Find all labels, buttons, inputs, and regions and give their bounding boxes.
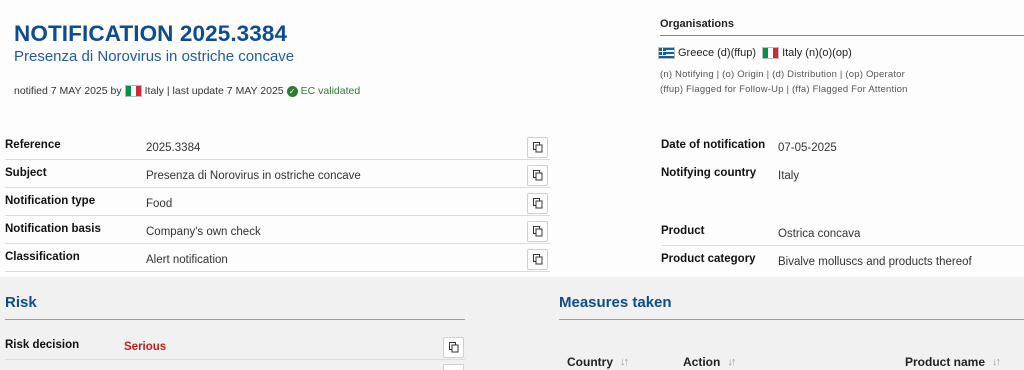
org-country-greece[interactable]: Greece (d)(ffup)	[678, 47, 756, 59]
copy-icon[interactable]	[527, 221, 548, 242]
detail-label: Product category	[661, 253, 756, 265]
detail-row-subject: Subject Presenza di Norovirus in ostrich…	[5, 160, 550, 188]
sort-arrows-icon[interactable]: ↓↑	[620, 356, 629, 368]
copy-icon-partial[interactable]	[443, 364, 464, 370]
copy-icon[interactable]	[527, 165, 548, 186]
measures-divider	[559, 319, 1024, 320]
notification-meta: notified 7 MAY 2025 by Italy | last upda…	[14, 85, 360, 97]
copy-icon[interactable]	[527, 137, 548, 158]
organisations-divider	[660, 35, 1024, 36]
copy-icon[interactable]	[527, 193, 548, 214]
detail-value: Food	[146, 198, 173, 210]
detail-value: Ostrica concava	[778, 228, 861, 240]
notification-title: NOTIFICATION 2025.3384	[14, 21, 288, 46]
check-circle-icon: ✓	[286, 85, 298, 97]
detail-row-classification: Classification Alert notification	[5, 244, 550, 272]
risk-heading: Risk	[5, 294, 37, 311]
notified-date-text: notified 7 MAY 2025 by	[14, 85, 122, 97]
last-update-text: | last update 7 MAY 2025	[166, 85, 284, 97]
detail-label: Date of notification	[661, 139, 766, 151]
greece-flag-icon	[658, 47, 675, 59]
detail-label: Classification	[5, 251, 80, 263]
detail-label: Notifying country	[661, 167, 757, 179]
italy-flag-icon	[762, 47, 780, 59]
detail-row-notification-type: Notification type Food	[5, 188, 550, 216]
detail-label: Reference	[5, 139, 61, 151]
ec-validated-label: EC validated	[300, 85, 361, 97]
detail-label: Notification type	[5, 195, 96, 207]
column-header-label: Action	[683, 355, 721, 369]
ec-validated-badge: ✓ EC validated	[286, 85, 361, 97]
organisations-countries: Greece (d)(ffup) Italy (n)(o)(op)	[658, 47, 852, 59]
detail-value: Alert notification	[146, 254, 228, 266]
detail-value: Company's own check	[146, 226, 261, 238]
org-country-italy[interactable]: Italy (n)(o)(op)	[782, 47, 852, 59]
detail-label: Notification basis	[5, 223, 101, 235]
detail-row-product: Product Ostrica concava	[661, 218, 1024, 246]
detail-label: Subject	[5, 167, 47, 179]
copy-icon[interactable]	[443, 337, 464, 358]
organisations-heading: Organisations	[660, 18, 734, 30]
detail-label: Product	[661, 225, 705, 237]
risk-decision-label: Risk decision	[5, 339, 80, 351]
detail-row-product-category: Product category Bivalve molluscs and pr…	[661, 246, 1024, 274]
detail-row-notifying-country: Notifying country Italy	[661, 160, 1024, 188]
copy-icon[interactable]	[527, 249, 548, 270]
column-header-country[interactable]: Country ↓↑	[567, 355, 629, 369]
detail-row-notification-basis: Notification basis Company's own check	[5, 216, 550, 244]
risk-decision-row: Risk decision Serious	[5, 332, 465, 360]
italy-flag-icon	[124, 85, 142, 97]
measures-heading: Measures taken	[559, 294, 672, 311]
column-header-product-name[interactable]: Product name ↓↑	[905, 355, 1001, 369]
notified-country-text: Italy	[144, 85, 164, 97]
detail-row-reference: Reference 2025.3384	[5, 132, 550, 160]
detail-value: Italy	[778, 170, 800, 182]
risk-decision-value: Serious	[124, 341, 167, 353]
column-header-action[interactable]: Action ↓↑	[683, 355, 736, 369]
organisations-legend-line1: (n) Notifying | (o) Origin | (d) Distrib…	[660, 69, 906, 80]
column-header-label: Product name	[905, 355, 986, 369]
detail-value: 07-05-2025	[778, 142, 837, 154]
risk-divider	[5, 319, 465, 320]
organisations-legend-line2: (ffup) Flagged for Follow-Up | (ffa) Fla…	[660, 84, 908, 95]
detail-value: 2025.3384	[146, 142, 201, 154]
sort-arrows-icon[interactable]: ↓↑	[727, 356, 736, 368]
detail-value: Presenza di Norovirus in ostriche concav…	[146, 170, 361, 182]
notification-subtitle: Presenza di Norovirus in ostriche concav…	[14, 48, 295, 65]
sort-arrows-icon[interactable]: ↓↑	[992, 356, 1001, 368]
detail-value: Bivalve molluscs and products thereof	[778, 256, 972, 268]
column-header-label: Country	[567, 355, 613, 369]
detail-row-date: Date of notification 07-05-2025	[661, 132, 1024, 160]
